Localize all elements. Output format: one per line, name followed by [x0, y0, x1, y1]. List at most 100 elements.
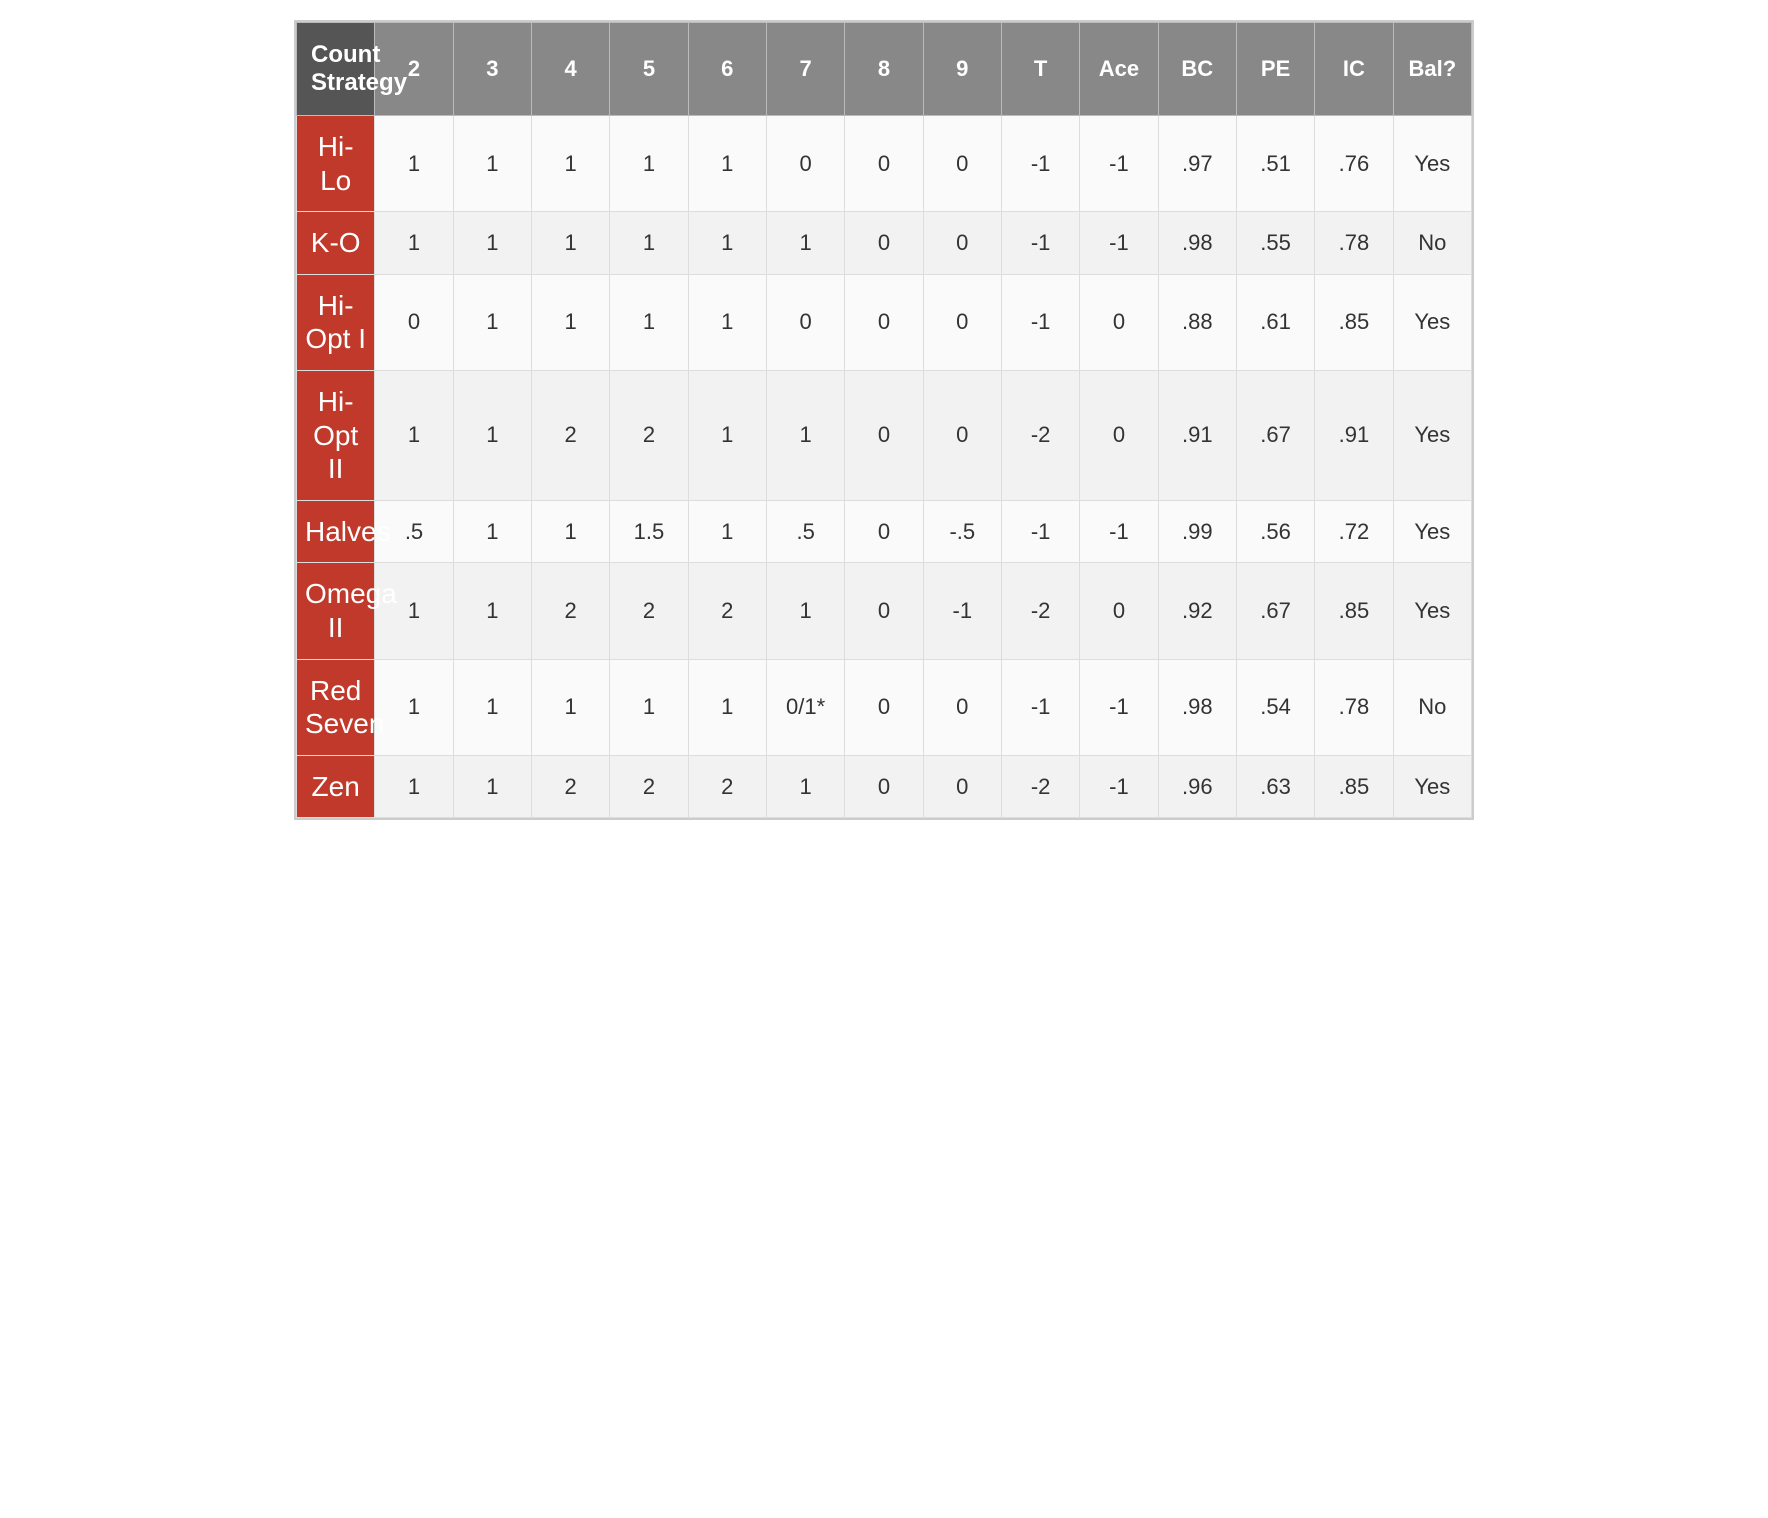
table-row: Halves.5111.51.50-.5-1-1.99.56.72Yes [297, 500, 1472, 563]
table-cell: .51 [1236, 116, 1314, 212]
table-cell: 1 [688, 116, 766, 212]
table-row: K-O11111100-1-1.98.55.78No [297, 212, 1472, 275]
table-cell: 0 [923, 274, 1001, 370]
table-cell: 1 [766, 755, 844, 818]
table-cell: -1 [1001, 500, 1079, 563]
table-cell: 0 [845, 116, 923, 212]
table-cell: Yes [1393, 563, 1471, 659]
table-cell: Yes [1393, 116, 1471, 212]
table-header: Count Strategy23456789TAceBCPEICBal? [297, 23, 1472, 116]
table-cell: 0 [845, 274, 923, 370]
table-cell: -1 [1001, 274, 1079, 370]
table-cell: 1 [375, 212, 453, 275]
table-cell: 1.5 [610, 500, 688, 563]
table-cell: 1 [610, 659, 688, 755]
table-cell: 0 [923, 212, 1001, 275]
table-cell: -2 [1001, 563, 1079, 659]
table-cell: 0/1* [766, 659, 844, 755]
table-cell: .99 [1158, 500, 1236, 563]
table-cell: .72 [1315, 500, 1393, 563]
table-cell: -1 [923, 563, 1001, 659]
table-cell: -1 [1001, 659, 1079, 755]
table-cell: .5 [766, 500, 844, 563]
table-cell: .63 [1236, 755, 1314, 818]
strategy-name: Hi-Lo [297, 116, 375, 212]
table-cell: 1 [453, 370, 531, 500]
table-row: Hi-Opt II11221100-20.91.67.91Yes [297, 370, 1472, 500]
table-cell: 2 [688, 563, 766, 659]
table-cell: 0 [375, 274, 453, 370]
column-header-7: 7 [766, 23, 844, 116]
table-cell: -1 [1080, 500, 1158, 563]
column-header-8: 8 [845, 23, 923, 116]
strategy-name: Hi-Opt I [297, 274, 375, 370]
table-cell: -1 [1080, 659, 1158, 755]
table-cell: 1 [610, 274, 688, 370]
table-cell: .76 [1315, 116, 1393, 212]
table-cell: Yes [1393, 370, 1471, 500]
table-cell: 0 [845, 212, 923, 275]
table-cell: 2 [610, 755, 688, 818]
table-cell: .98 [1158, 659, 1236, 755]
strategy-name: Halves [297, 500, 375, 563]
table-cell: 2 [610, 370, 688, 500]
table-cell: .97 [1158, 116, 1236, 212]
table-cell: 0 [923, 659, 1001, 755]
table-row: Hi-Lo11111000-1-1.97.51.76Yes [297, 116, 1472, 212]
table-cell: .85 [1315, 755, 1393, 818]
table-cell: 1 [531, 116, 609, 212]
table-cell: 2 [610, 563, 688, 659]
table-cell: 0 [1080, 563, 1158, 659]
table-cell: 1 [453, 563, 531, 659]
table-cell: 1 [453, 274, 531, 370]
table-cell: .98 [1158, 212, 1236, 275]
table-cell: .96 [1158, 755, 1236, 818]
table-cell: 0 [845, 500, 923, 563]
strategy-name: K-O [297, 212, 375, 275]
table-cell: .78 [1315, 212, 1393, 275]
table-cell: 2 [531, 563, 609, 659]
table-cell: 1 [453, 659, 531, 755]
table-cell: .85 [1315, 274, 1393, 370]
table-row: Omega II1122210-1-20.92.67.85Yes [297, 563, 1472, 659]
table-cell: 1 [375, 370, 453, 500]
table-cell: 0 [923, 370, 1001, 500]
table-cell: .67 [1236, 563, 1314, 659]
table-cell: 2 [531, 755, 609, 818]
table-cell: 0 [845, 563, 923, 659]
strategy-name: Zen [297, 755, 375, 818]
column-header-3: 3 [453, 23, 531, 116]
table-cell: 1 [610, 212, 688, 275]
column-header-5: 5 [610, 23, 688, 116]
table-cell: .85 [1315, 563, 1393, 659]
table-cell: 0 [845, 370, 923, 500]
table-cell: 1 [453, 212, 531, 275]
table-cell: 0 [845, 755, 923, 818]
column-header-9: 9 [923, 23, 1001, 116]
table-cell: .91 [1315, 370, 1393, 500]
table-cell: Yes [1393, 755, 1471, 818]
table-cell: 1 [531, 274, 609, 370]
table-cell: Yes [1393, 500, 1471, 563]
column-header-Bal?: Bal? [1393, 23, 1471, 116]
table-cell: 1 [766, 212, 844, 275]
table-cell: Yes [1393, 274, 1471, 370]
table-cell: 0 [845, 659, 923, 755]
table-cell: 1 [610, 116, 688, 212]
table-cell: 1 [375, 116, 453, 212]
strategy-name: Red Seven [297, 659, 375, 755]
table-cell: 0 [923, 755, 1001, 818]
counting-strategies-table: Count Strategy23456789TAceBCPEICBal? Hi-… [294, 20, 1474, 820]
table-cell: 0 [1080, 274, 1158, 370]
table-cell: 1 [531, 659, 609, 755]
column-header-BC: BC [1158, 23, 1236, 116]
table-cell: 1 [688, 212, 766, 275]
table-cell: -1 [1080, 212, 1158, 275]
table-cell: .92 [1158, 563, 1236, 659]
table-cell: .56 [1236, 500, 1314, 563]
table-cell: 1 [453, 500, 531, 563]
column-header-IC: IC [1315, 23, 1393, 116]
table-cell: -2 [1001, 370, 1079, 500]
table-cell: .67 [1236, 370, 1314, 500]
table-cell: -2 [1001, 755, 1079, 818]
